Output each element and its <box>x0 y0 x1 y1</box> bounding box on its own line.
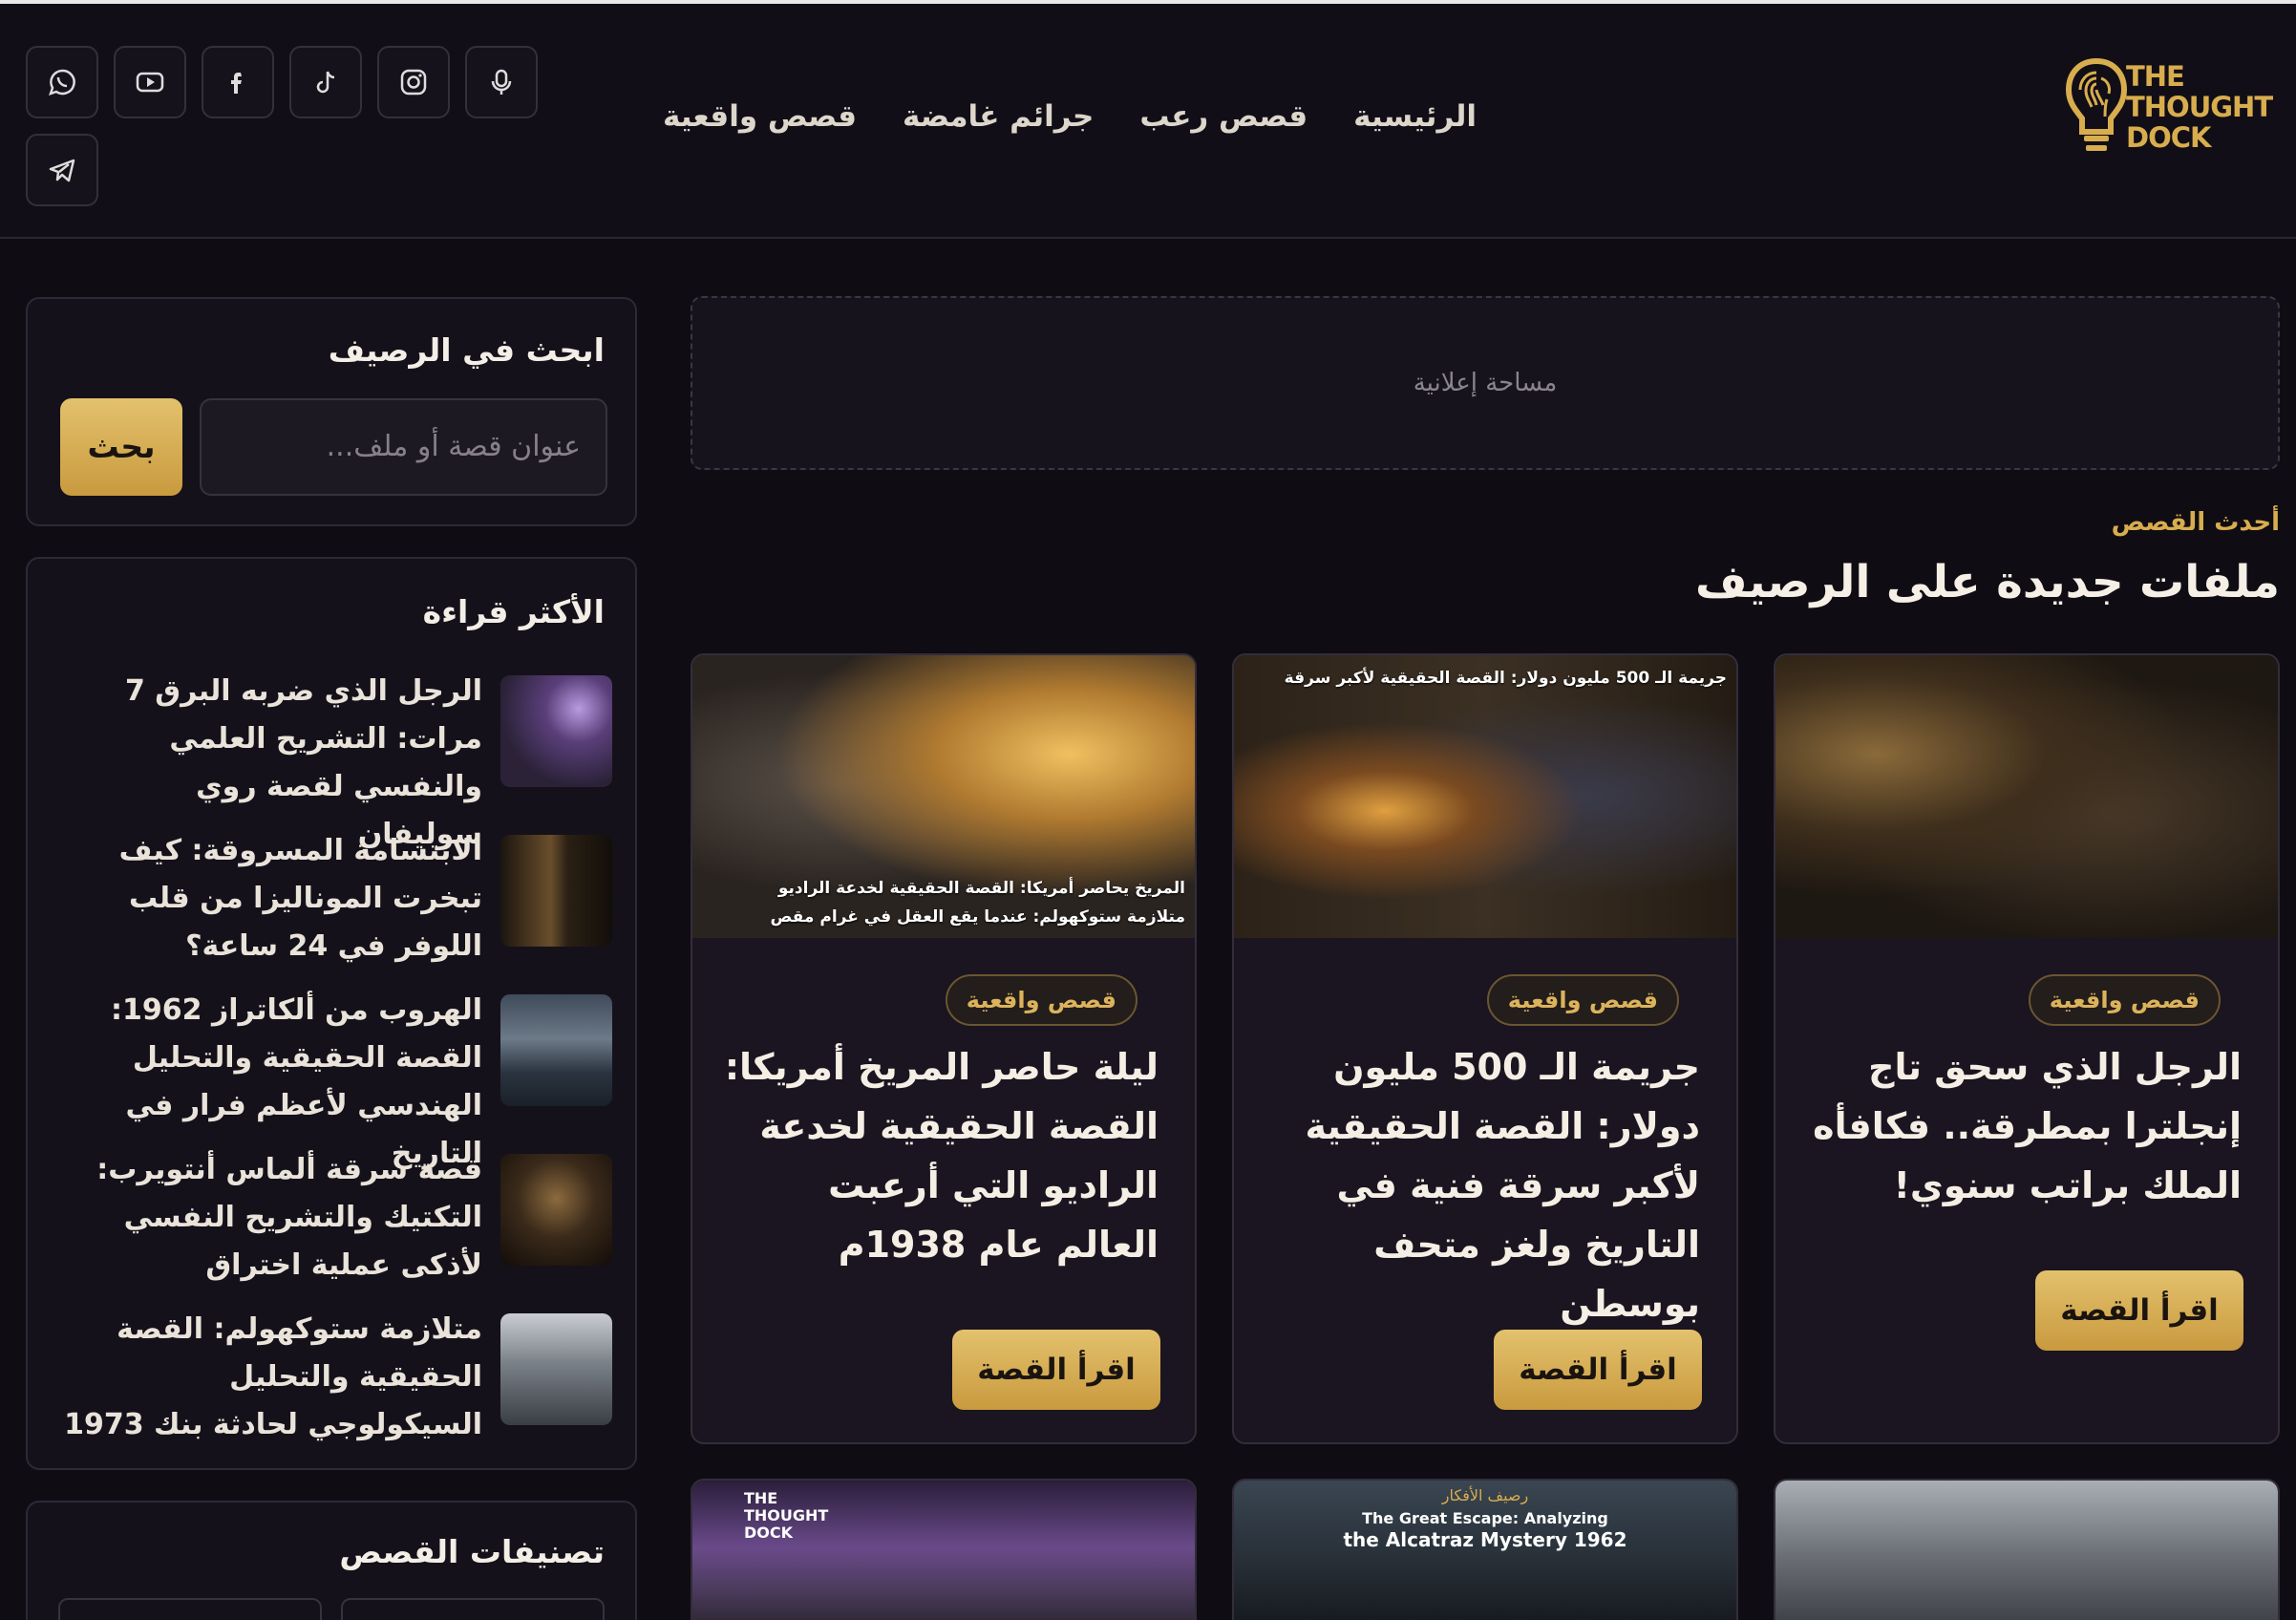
category-chip[interactable] <box>341 1598 605 1620</box>
tiktok-link[interactable] <box>289 46 362 118</box>
search-panel: ابحث في الرصيف عنوان قصة أو ملف... بحث <box>26 297 637 526</box>
story-category-tag[interactable]: قصص واقعية <box>1486 974 1679 1026</box>
story-card[interactable]: رصيف الأفكار The Great Escape: Analyzing… <box>1232 1479 1738 1620</box>
nav-true-stories[interactable]: قصص واقعية <box>663 99 857 134</box>
story-title[interactable]: ليلة حاصر المريخ أمريكا: القصة الحقيقية … <box>719 1037 1159 1274</box>
popular-item[interactable]: الرجل الذي ضربه البرق 7 مرات: التشريح ال… <box>58 674 612 851</box>
story-title[interactable]: الرجل الذي سحق تاج إنجلترا بمطرقة.. فكاف… <box>1802 1037 2242 1215</box>
section-title: ملفات جديدة على الرصيف <box>1694 556 2280 608</box>
search-button[interactable]: بحث <box>60 398 182 496</box>
story-card[interactable]: المريخ يحاصر أمريكا: القصة الحقيقية لخدع… <box>691 653 1197 1444</box>
story-image: رصيف الأفكار The Great Escape: Analyzing… <box>1234 1481 1736 1620</box>
podcast-link[interactable] <box>465 46 538 118</box>
whatsapp-link[interactable] <box>26 46 98 118</box>
story-image-caption: متلازمة ستوكهولم: عندما يقع العقل في غرا… <box>770 907 1185 927</box>
popular-thumbnail <box>500 994 612 1106</box>
youtube-link[interactable] <box>114 46 186 118</box>
ad-space: مساحة إعلانية <box>691 296 2280 470</box>
popular-item[interactable]: الهروب من ألكاتراز 1962: القصة الحقيقية … <box>58 993 612 1170</box>
nav-crimes[interactable]: جرائم غامضة <box>903 99 1094 134</box>
story-image: المريخ يحاصر أمريكا: القصة الحقيقية لخدع… <box>692 655 1195 938</box>
facebook-icon <box>231 73 242 94</box>
main-nav: الرئيسية قصص رعب جرائم غامضة قصص واقعية <box>663 99 1477 134</box>
popular-thumbnail <box>500 675 612 787</box>
popular-item[interactable]: الابتسامة المسروقة: كيف تبخرت الموناليزا… <box>58 834 612 988</box>
story-card[interactable]: THE THOUGHT DOCK <box>691 1479 1197 1620</box>
most-read-panel: الأكثر قراءة الرجل الذي ضربه البرق 7 مرا… <box>26 557 637 1470</box>
read-story-button[interactable]: اقرأ القصة <box>2035 1270 2243 1351</box>
tiktok-icon <box>316 71 335 94</box>
story-card[interactable] <box>1774 1479 2280 1620</box>
search-panel-title: ابحث في الرصيف <box>328 331 605 369</box>
image-caption: The Great Escape: Analyzing <box>1362 1509 1608 1527</box>
categories-title: تصنيفات القصص <box>339 1533 605 1570</box>
read-story-button[interactable]: اقرأ القصة <box>1494 1330 1702 1410</box>
image-logo-text: THE THOUGHT DOCK <box>744 1489 829 1542</box>
read-story-button[interactable]: اقرأ القصة <box>952 1330 1160 1410</box>
telegram-link[interactable] <box>26 134 98 206</box>
most-read-title: الأكثر قراءة <box>422 593 605 630</box>
popular-item-title: الابتسامة المسروقة: كيف تبخرت الموناليزا… <box>118 834 482 963</box>
lightbulb-fingerprint-icon <box>2065 57 2128 151</box>
youtube-icon <box>136 72 164 93</box>
story-image <box>1775 655 2278 938</box>
logo-text: THE THOUGHT DOCK <box>2126 60 2273 154</box>
image-caption: رصيف الأفكار <box>1441 1486 1529 1504</box>
story-card[interactable]: جريمة الـ 500 مليون دولار: القصة الحقيقي… <box>1232 653 1738 1444</box>
story-image: THE THOUGHT DOCK <box>692 1481 1195 1620</box>
popular-item[interactable]: قصة سرقة ألماس أنتويرب: التكتيك والتشريح… <box>58 1153 612 1307</box>
popular-item[interactable]: متلازمة ستوكهولم: القصة الحقيقية والتحلي… <box>58 1312 612 1466</box>
instagram-link[interactable] <box>377 46 450 118</box>
image-caption: the Alcatraz Mystery 1962 <box>1343 1528 1627 1551</box>
popular-thumbnail <box>500 1154 612 1266</box>
facebook-link[interactable] <box>202 46 274 118</box>
nav-horror[interactable]: قصص رعب <box>1139 99 1307 134</box>
search-input[interactable]: عنوان قصة أو ملف... <box>200 398 607 496</box>
popular-thumbnail <box>500 1313 612 1425</box>
popular-item-title: قصة سرقة ألماس أنتويرب: التكتيك والتشريح… <box>96 1153 482 1282</box>
story-title[interactable]: جريمة الـ 500 مليون دولار: القصة الحقيقي… <box>1261 1037 1700 1333</box>
telegram-icon <box>49 159 75 182</box>
popular-item-title: متلازمة ستوكهولم: القصة الحقيقية والتحلي… <box>64 1312 482 1441</box>
category-chip[interactable] <box>58 1598 322 1620</box>
story-card[interactable]: قصص واقعية الرجل الذي سحق تاج إنجلترا بم… <box>1774 653 2280 1444</box>
section-kicker: أحدث القصص <box>2111 508 2280 537</box>
story-category-tag[interactable]: قصص واقعية <box>2028 974 2221 1026</box>
categories-panel: تصنيفات القصص <box>26 1501 637 1620</box>
podcast-icon <box>491 69 512 95</box>
popular-thumbnail <box>500 835 612 947</box>
story-image: جريمة الـ 500 مليون دولار: القصة الحقيقي… <box>1234 655 1736 938</box>
site-header: THE THOUGHT DOCK الرئيسية قصص رعب جرائم … <box>0 4 2296 239</box>
instagram-icon <box>400 69 427 96</box>
whatsapp-icon <box>49 69 75 96</box>
nav-home[interactable]: الرئيسية <box>1353 99 1477 134</box>
story-image-caption: جريمة الـ 500 مليون دولار: القصة الحقيقي… <box>1284 669 1727 688</box>
story-image-caption: المريخ يحاصر أمريكا: القصة الحقيقية لخدع… <box>777 879 1185 898</box>
site-logo[interactable]: THE THOUGHT DOCK <box>2061 57 2273 162</box>
story-image <box>1775 1481 2278 1620</box>
story-category-tag[interactable]: قصص واقعية <box>945 974 1137 1026</box>
